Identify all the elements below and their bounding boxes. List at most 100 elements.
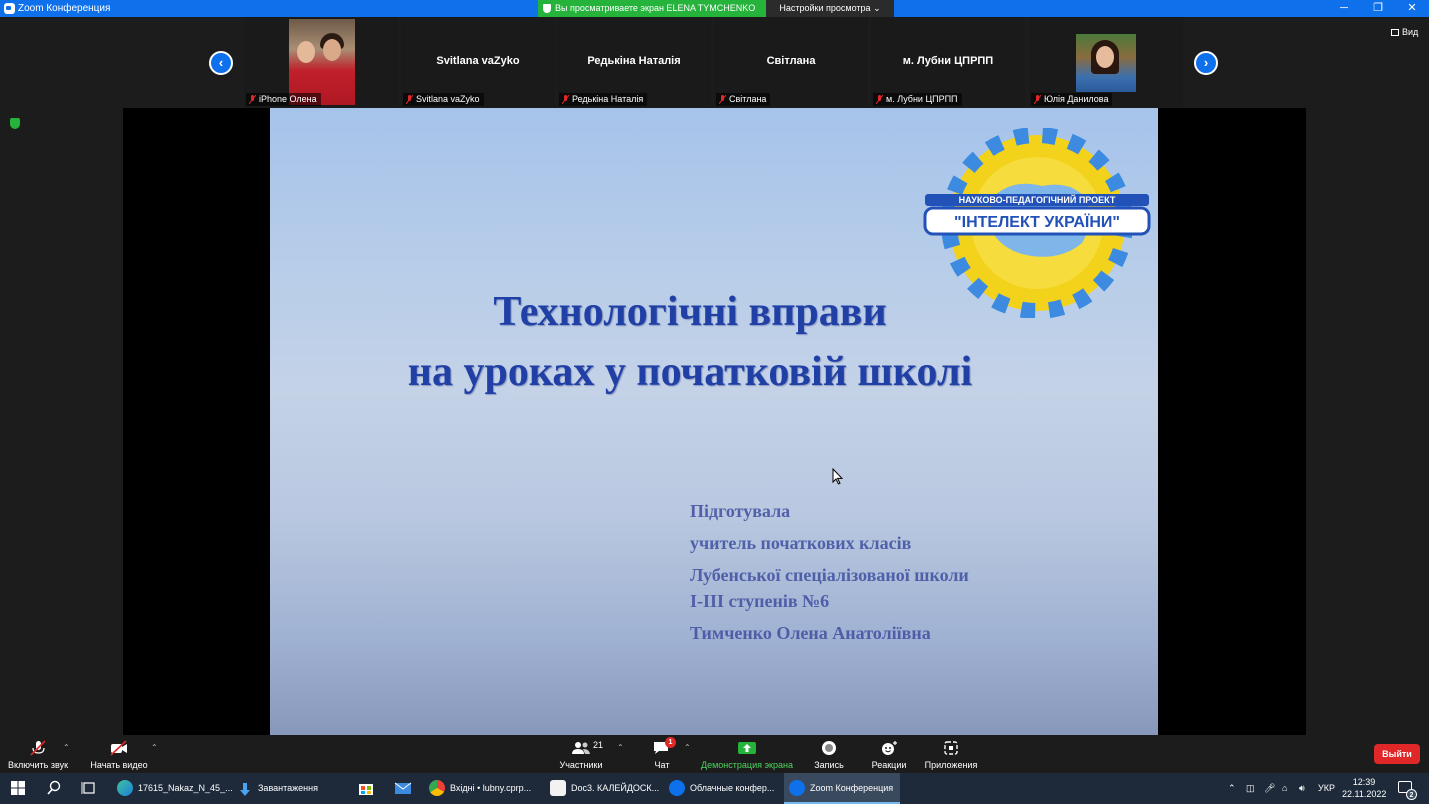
taskbar-app-label: 17615_Nakaz_N_45_... bbox=[138, 783, 233, 793]
reactions-icon bbox=[882, 741, 897, 755]
restore-button[interactable]: ❐ bbox=[1361, 0, 1395, 17]
start-video-label: Начать видео bbox=[90, 760, 148, 770]
taskbar-app-downloads[interactable]: Завантаження bbox=[232, 773, 342, 804]
task-view-icon[interactable] bbox=[80, 779, 98, 797]
participant-name: Юлія Данилова bbox=[1044, 94, 1109, 104]
prev-page-button[interactable]: ‹ bbox=[209, 51, 233, 75]
slide-info-line: Підготувала bbox=[690, 501, 791, 521]
participant-tile[interactable]: м. Лубни ЦПРПП м. Лубни ЦПРПП bbox=[871, 17, 1025, 107]
participant-label: iPhone Олена bbox=[246, 93, 321, 106]
close-button[interactable]: ✕ bbox=[1395, 0, 1429, 17]
mic-muted-icon bbox=[876, 95, 883, 104]
grid-icon bbox=[1391, 29, 1399, 36]
leave-button[interactable]: Выйти bbox=[1374, 744, 1420, 764]
taskbar-app-label: Zoom Конференция bbox=[810, 783, 894, 793]
view-button[interactable]: Вид bbox=[1391, 27, 1418, 37]
minimize-button[interactable]: ─ bbox=[1327, 0, 1361, 17]
volume-icon[interactable]: 🔊︎ bbox=[1299, 773, 1305, 804]
taskbar-app-word[interactable]: Doc3. КАЛЕЙДОСК... bbox=[545, 773, 659, 804]
language-indicator[interactable]: УКР bbox=[1318, 773, 1335, 804]
participant-tile[interactable]: Редькіна Наталія Редькіна Наталія bbox=[557, 17, 711, 107]
start-video-button[interactable]: Начать видео bbox=[86, 735, 152, 773]
participant-tile[interactable]: Svitlana vaZyko Svitlana vaZyko bbox=[401, 17, 555, 107]
download-icon bbox=[237, 780, 253, 796]
mic-muted-icon bbox=[719, 95, 726, 104]
slide-info-line: І-ІІІ ступенів №6 bbox=[690, 591, 830, 611]
mic-muted-icon bbox=[1034, 95, 1041, 104]
share-screen-button[interactable]: Демонстрация экрана bbox=[700, 735, 794, 773]
mic-muted-icon bbox=[249, 95, 256, 104]
zoom-app-icon bbox=[4, 3, 15, 14]
participant-label: м. Лубни ЦПРПП bbox=[873, 93, 962, 106]
view-settings-button[interactable]: Настройки просмотра ⌄ bbox=[766, 0, 894, 17]
record-icon bbox=[822, 741, 836, 755]
clock[interactable]: 12:39 22.11.2022 bbox=[1342, 776, 1386, 800]
participants-options-caret[interactable]: ⌃ bbox=[617, 743, 624, 752]
participants-label: Участники bbox=[559, 760, 603, 770]
taskbar-app-edge[interactable]: 17615_Nakaz_N_45_... bbox=[112, 773, 233, 804]
meet-now-icon[interactable]: ◫ bbox=[1246, 773, 1255, 804]
taskbar-app-zoom-cloud[interactable]: Облачные конфер... bbox=[664, 773, 778, 804]
view-settings-label: Настройки просмотра bbox=[779, 3, 871, 13]
mic-muted-icon bbox=[406, 95, 413, 104]
security-shield-icon[interactable] bbox=[10, 118, 20, 129]
audio-options-caret[interactable]: ⌃ bbox=[63, 743, 70, 752]
participant-strip: ‹ iPhone Олена Svitlana vaZyko Svitlana … bbox=[0, 17, 1429, 107]
logo-top-text: НАУКОВО-ПЕДАГОГІЧНИЙ ПРОЕКТ bbox=[959, 194, 1116, 205]
network-icon[interactable]: ⌂ bbox=[1282, 773, 1287, 804]
windows-start-icon[interactable] bbox=[9, 779, 27, 797]
slide-title-line1: Технологічні вправи bbox=[493, 289, 887, 335]
title-bar: Zoom Конференция Вы просматриваете экран… bbox=[0, 0, 1429, 17]
video-options-caret[interactable]: ⌃ bbox=[151, 743, 158, 752]
apps-icon bbox=[944, 741, 958, 755]
apps-label: Приложения bbox=[924, 760, 978, 770]
chevron-down-icon: ⌄ bbox=[873, 3, 881, 13]
participant-name: Svitlana vaZyko bbox=[416, 94, 480, 104]
chat-badge: 1 bbox=[665, 737, 676, 748]
zoom-icon bbox=[669, 780, 685, 796]
participant-label: Редькіна Наталія bbox=[559, 93, 648, 106]
slide-info-line: Тимченко Олена Анатоліївна bbox=[690, 623, 931, 643]
chevron-left-icon: ‹ bbox=[218, 55, 224, 70]
taskbar-app-zoom-meeting[interactable]: Zoom Конференция bbox=[784, 773, 900, 804]
mic-muted-icon bbox=[30, 740, 46, 756]
mail-icon[interactable] bbox=[394, 779, 412, 797]
record-button[interactable]: Запись bbox=[808, 735, 850, 773]
reactions-button[interactable]: Реакции bbox=[866, 735, 912, 773]
store-icon[interactable] bbox=[357, 779, 375, 797]
participant-tile[interactable]: iPhone Олена bbox=[244, 17, 398, 107]
mouse-cursor-icon bbox=[832, 468, 844, 485]
share-screen-icon bbox=[738, 742, 756, 754]
slide-title-line2: на уроках у початковій школі bbox=[407, 349, 973, 395]
next-page-button[interactable]: › bbox=[1194, 51, 1218, 75]
notification-count: 2 bbox=[1406, 789, 1417, 800]
slide-info-line: учитель початкових класів bbox=[690, 533, 912, 553]
mic-muted-icon bbox=[562, 95, 569, 104]
apps-button[interactable]: Приложения bbox=[922, 735, 980, 773]
participant-tile[interactable]: Світлана Світлана bbox=[714, 17, 868, 107]
share-banner-text: Вы просматриваете экран ELENA TYMCHENKO bbox=[555, 3, 756, 13]
edge-icon bbox=[117, 780, 133, 796]
window-title: Zoom Конференция bbox=[18, 3, 111, 14]
participant-label: Svitlana vaZyko bbox=[403, 93, 484, 106]
chat-button[interactable]: 1 Чат bbox=[645, 735, 679, 773]
participant-name: Світлана bbox=[729, 94, 767, 104]
participant-label: Світлана bbox=[716, 93, 771, 106]
share-screen-label: Демонстрация экрана bbox=[701, 760, 793, 770]
taskbar-app-chrome[interactable]: Вхідні • lubny.cprp... bbox=[424, 773, 540, 804]
zoom-icon bbox=[789, 780, 805, 796]
participant-name: Редькіна Наталія bbox=[572, 94, 644, 104]
participant-name: м. Лубни ЦПРПП bbox=[886, 94, 958, 104]
participants-icon bbox=[572, 742, 590, 754]
participant-tile[interactable]: Юлія Данилова bbox=[1029, 17, 1183, 107]
unmute-button[interactable]: Включить звук bbox=[4, 735, 72, 773]
participant-video bbox=[1076, 34, 1136, 92]
chat-options-caret[interactable]: ⌃ bbox=[684, 743, 691, 752]
microphone-icon[interactable]: 🎤︎ bbox=[1264, 773, 1275, 804]
meeting-toolbar: Включить звук ⌃ Начать видео ⌃ 21 Участн… bbox=[0, 735, 1429, 773]
search-icon[interactable] bbox=[45, 779, 63, 797]
clock-time: 12:39 bbox=[1352, 777, 1376, 787]
participants-button[interactable]: 21 Участники bbox=[555, 735, 607, 773]
taskbar-app-label: Вхідні • lubny.cprp... bbox=[450, 783, 532, 793]
show-hidden-icons-chevron[interactable]: ⌃ bbox=[1228, 773, 1236, 804]
